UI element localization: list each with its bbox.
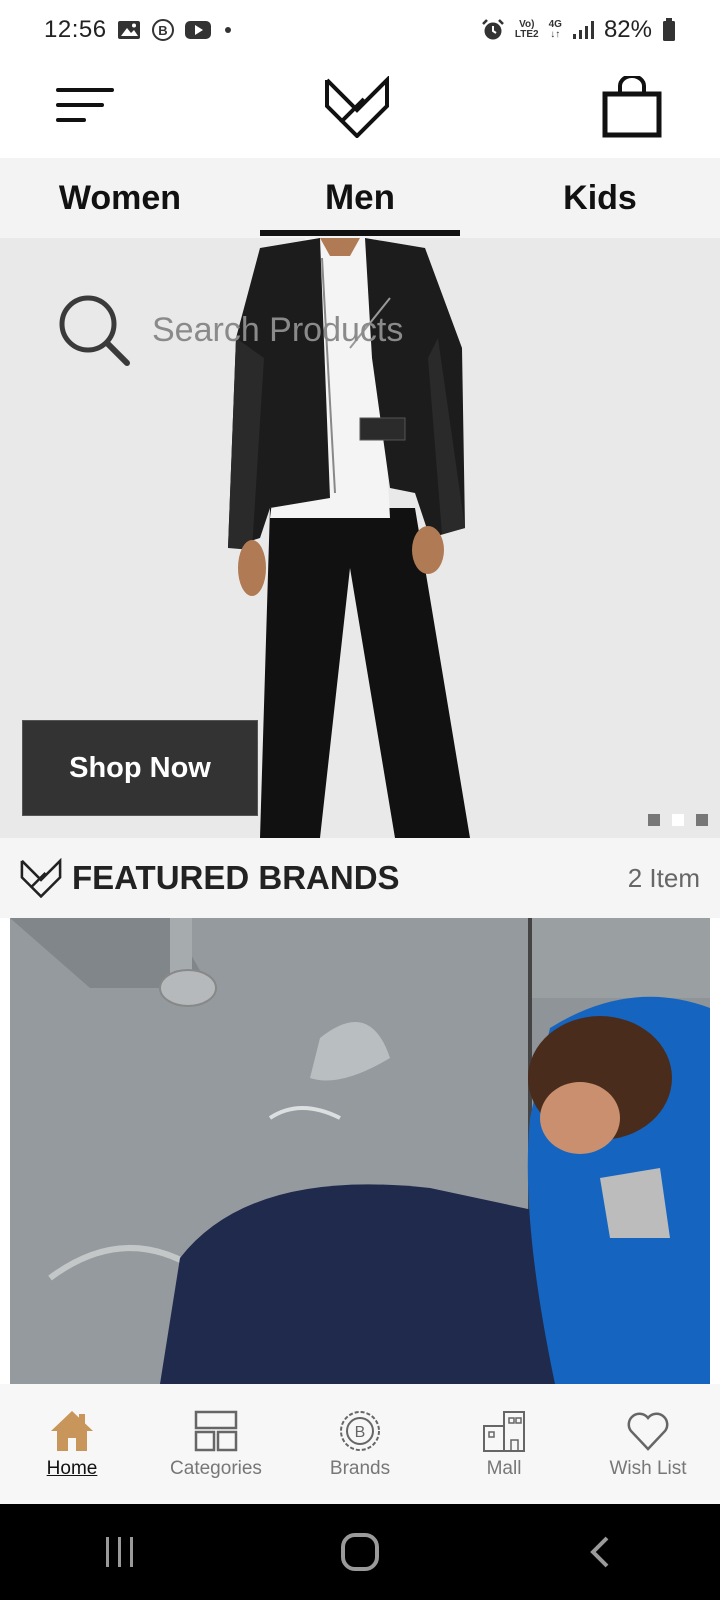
alarm-icon	[482, 19, 504, 40]
b-circle-icon: B	[151, 19, 174, 41]
status-right: Vo) LTE2 4G ↓↑ 82%	[481, 16, 676, 44]
home-icon	[51, 1411, 93, 1451]
nav-wish-list-label: Wish List	[609, 1458, 687, 1479]
shopping-bag-icon[interactable]	[602, 76, 662, 138]
bottom-navigation: Home Categories B Brands Mall Wish List	[0, 1384, 720, 1504]
recent-apps-icon	[106, 1537, 133, 1567]
app-header	[0, 60, 720, 158]
nav-categories-label: Categories	[170, 1458, 262, 1479]
back-button[interactable]	[570, 1522, 630, 1582]
home-button[interactable]	[330, 1522, 390, 1582]
carousel-dot[interactable]	[696, 814, 708, 826]
brands-icon: B	[340, 1411, 380, 1451]
home-circle-icon	[341, 1533, 379, 1571]
status-left: 12:56 B	[44, 16, 231, 44]
featured-brand-banner[interactable]	[10, 918, 710, 1384]
carousel-indicator	[648, 814, 708, 826]
nav-wish-list[interactable]: Wish List	[576, 1384, 720, 1504]
status-bar: 12:56 B Vo) LTE2 4G ↓↑ 82%	[0, 0, 720, 60]
system-navigation-bar	[0, 1504, 720, 1600]
nav-categories[interactable]: Categories	[144, 1384, 288, 1504]
brand-logo-icon	[20, 858, 62, 898]
featured-brands-count: 2 Item	[627, 862, 700, 893]
nav-brands-label: Brands	[329, 1458, 391, 1479]
nav-brands[interactable]: B Brands	[288, 1384, 432, 1504]
nav-mall-label: Mall	[486, 1458, 522, 1479]
nav-home[interactable]: Home	[0, 1384, 144, 1504]
svg-text:B: B	[158, 23, 167, 38]
tab-men[interactable]: Men	[240, 158, 480, 238]
hero-banner[interactable]: Search Products Shop Now	[0, 238, 720, 838]
shop-now-button[interactable]: Shop Now	[22, 720, 258, 816]
nav-home-label: Home	[46, 1458, 98, 1479]
carousel-dot[interactable]	[648, 814, 660, 826]
featured-brands-header: FEATURED BRANDS 2 Item	[0, 838, 720, 918]
data-indicator: 4G ↓↑	[548, 19, 562, 40]
recent-apps-button[interactable]	[90, 1522, 150, 1582]
featured-brands-title: FEATURED BRANDS	[72, 859, 400, 896]
category-tabs: Women Men Kids	[0, 158, 720, 238]
notification-dot	[224, 27, 231, 33]
tab-women[interactable]: Women	[0, 158, 240, 238]
battery-icon	[663, 18, 675, 41]
svg-text:B: B	[355, 1424, 366, 1441]
search-placeholder: Search Products	[152, 310, 404, 349]
nav-mall[interactable]: Mall	[432, 1384, 576, 1504]
network-indicator: Vo) LTE2	[514, 19, 539, 40]
menu-icon[interactable]	[56, 86, 114, 130]
back-icon	[590, 1536, 609, 1568]
app-screen: 12:56 B Vo) LTE2 4G ↓↑ 82% Women Men Kid…	[0, 0, 720, 1600]
mall-icon	[483, 1411, 525, 1452]
search-icon	[59, 295, 130, 366]
youtube-icon	[184, 21, 211, 39]
battery-percent: 82%	[603, 16, 652, 43]
logo-icon[interactable]	[324, 76, 390, 138]
signal-icon	[572, 21, 594, 39]
heart-icon	[627, 1412, 669, 1451]
tab-kids[interactable]: Kids	[480, 158, 720, 238]
categories-icon	[194, 1410, 238, 1452]
search-bar[interactable]: Search Products	[56, 290, 476, 370]
carousel-dot-active[interactable]	[672, 814, 684, 826]
gallery-icon	[117, 21, 140, 39]
status-time: 12:56	[44, 16, 107, 43]
